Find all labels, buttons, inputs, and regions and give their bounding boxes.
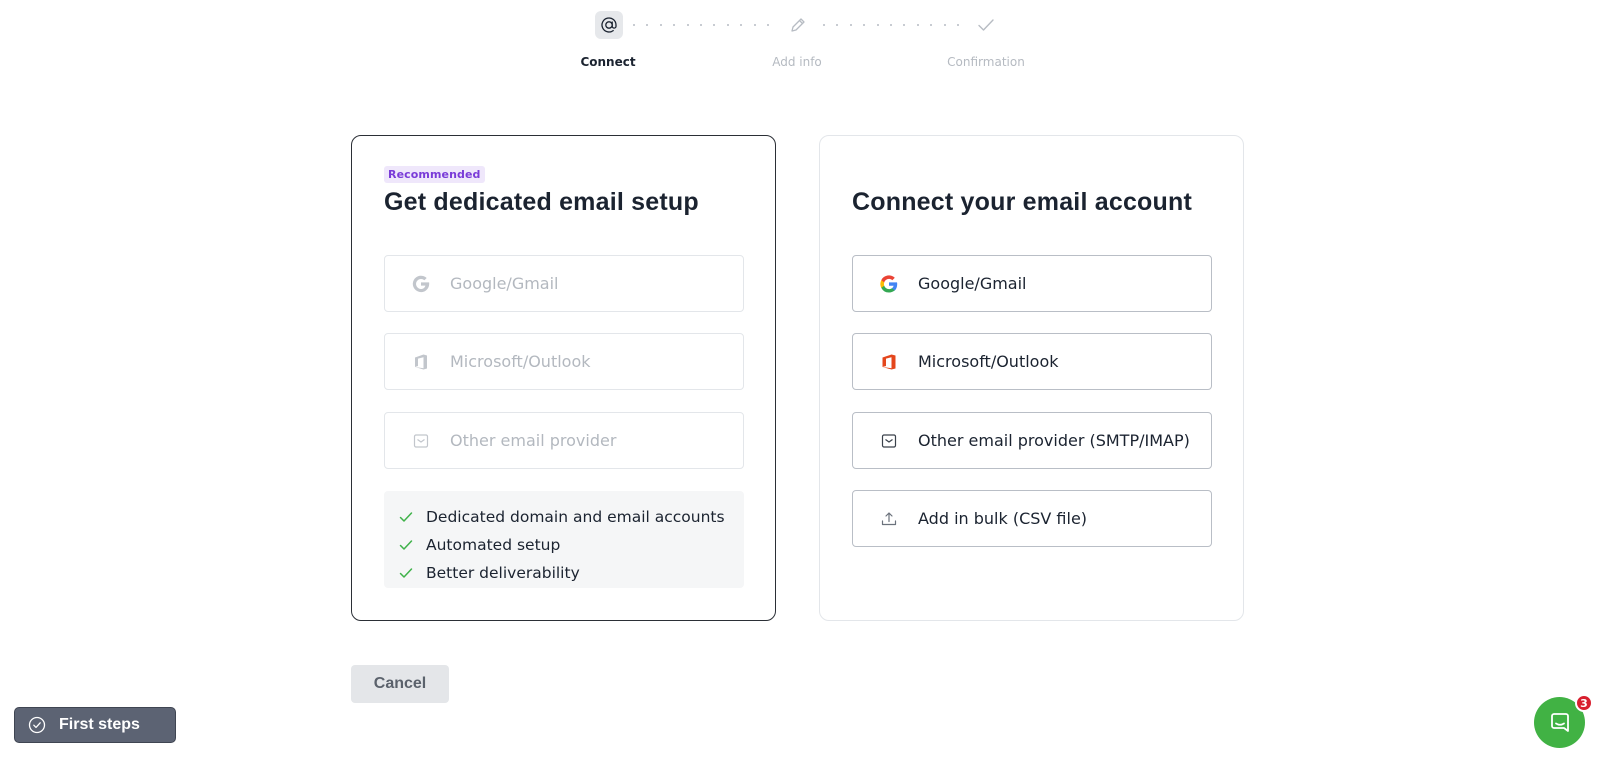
mail-icon xyxy=(878,430,900,452)
first-steps-button[interactable]: First steps xyxy=(14,707,176,743)
option-label: Microsoft/Outlook xyxy=(450,352,591,371)
option-label: Other email provider xyxy=(450,431,617,450)
dedicated-google-option[interactable]: Google/Gmail xyxy=(384,255,744,312)
benefit-item: Better deliverability xyxy=(384,559,744,587)
other-provider-button[interactable]: Other email provider (SMTP/IMAP) xyxy=(852,412,1212,469)
benefit-text: Better deliverability xyxy=(426,564,580,582)
check-icon xyxy=(398,565,414,581)
benefits-list: Dedicated domain and email accounts Auto… xyxy=(384,491,744,588)
connect-account-card: Connect your email account Google/Gmail … xyxy=(819,135,1244,621)
pencil-icon xyxy=(784,11,812,39)
first-steps-label: First steps xyxy=(59,716,140,733)
dedicated-setup-card[interactable]: Recommended Get dedicated email setup Go… xyxy=(351,135,776,621)
benefit-text: Automated setup xyxy=(426,536,561,554)
step-label-confirmation: Confirmation xyxy=(947,55,1025,69)
google-icon xyxy=(878,273,900,295)
office-icon xyxy=(410,351,432,373)
benefit-text: Dedicated domain and email accounts xyxy=(426,508,725,526)
google-gmail-button[interactable]: Google/Gmail xyxy=(852,255,1212,312)
cancel-button[interactable]: Cancel xyxy=(351,665,449,703)
office-icon xyxy=(878,351,900,373)
option-label: Add in bulk (CSV file) xyxy=(918,509,1088,528)
at-sign-icon xyxy=(595,11,623,39)
step-label-add-info: Add info xyxy=(772,55,822,69)
check-circle-icon xyxy=(27,715,47,735)
dedicated-other-option[interactable]: Other email provider xyxy=(384,412,744,469)
dedicated-microsoft-option[interactable]: Microsoft/Outlook xyxy=(384,333,744,390)
upload-icon xyxy=(878,508,900,530)
step-label-connect: Connect xyxy=(580,55,636,69)
check-icon xyxy=(398,537,414,553)
notification-badge: 3 xyxy=(1575,694,1593,712)
bulk-csv-button[interactable]: Add in bulk (CSV file) xyxy=(852,490,1212,547)
card-title: Connect your email account xyxy=(852,188,1192,216)
step-connector xyxy=(633,24,769,26)
microsoft-outlook-button[interactable]: Microsoft/Outlook xyxy=(852,333,1212,390)
progress-stepper: Connect Add info Confirmation xyxy=(0,11,1600,81)
option-label: Other email provider (SMTP/IMAP) xyxy=(918,431,1190,450)
benefit-item: Automated setup xyxy=(384,531,744,559)
chat-launcher-button[interactable]: 3 xyxy=(1534,694,1593,748)
step-connector xyxy=(823,24,959,26)
option-label: Google/Gmail xyxy=(450,274,559,293)
card-title: Get dedicated email setup xyxy=(384,188,699,216)
check-icon xyxy=(972,11,1000,39)
benefit-item: Dedicated domain and email accounts xyxy=(384,503,744,531)
option-label: Google/Gmail xyxy=(918,274,1027,293)
google-icon xyxy=(410,273,432,295)
option-label: Microsoft/Outlook xyxy=(918,352,1059,371)
chat-icon xyxy=(1548,711,1572,735)
recommended-badge: Recommended xyxy=(384,166,485,183)
check-icon xyxy=(398,509,414,525)
mail-icon xyxy=(410,430,432,452)
